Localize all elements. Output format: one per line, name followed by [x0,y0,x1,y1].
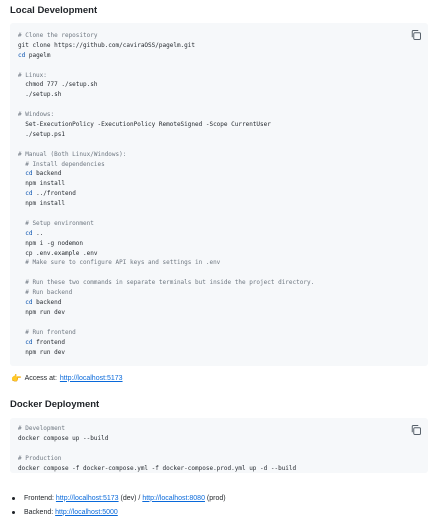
code-line: cp .env.example .env [18,249,98,257]
docker-deployment-heading: Docker Deployment [10,399,100,410]
code-text: backend [32,299,62,307]
code-line: cd ../frontend [18,189,314,199]
code-line: cd frontend [18,338,314,348]
frontend-prod-link[interactable]: http://localhost:8080 [142,495,205,502]
code-line: # Make sure to configure API keys and se… [18,259,221,267]
code-text: frontend [32,338,65,346]
code-keyword: cd [18,338,33,346]
local-development-heading: Local Development [10,5,98,16]
code-line: # Clone the repository [18,32,98,39]
code-line: git clone https://github.com/caviraOSS/p… [18,41,196,49]
docker-code: # Development docker compose up --build # … [18,424,296,473]
bullet-dot [12,496,15,500]
code-line: ./setup.ps1 [18,130,65,138]
backend-label: Backend: [24,508,54,516]
code-line: npm install [18,180,65,188]
code-line: # Run frontend [18,328,76,336]
code-line: # Setup environment [18,219,94,227]
access-link[interactable]: http://localhost:5173 [60,375,123,382]
list-item: Frontend: http://localhost:5173 (dev) / … [12,491,226,505]
code-line: Set-ExecutionPolicy -ExecutionPolicy Rem… [18,121,271,129]
code-line: cd pagelm [18,51,314,61]
code-text: .. [32,229,44,237]
frontend-label: Frontend: [24,494,54,502]
code-line: # Manual (Both Linux/Windows): [18,150,127,158]
pointing-hand-icon: 👉 [11,373,22,383]
access-label: Access at: [24,374,57,382]
list-item: Backend: http://localhost:5000 [12,505,226,519]
code-line: # Development [18,425,65,432]
code-line: cd .. [18,229,314,239]
code-line: docker compose -f docker-compose.yml -f … [18,464,297,472]
code-line: cd backend [18,298,314,308]
local-setup-code-block[interactable]: # Clone the repository git clone https://… [10,23,428,366]
local-setup-code: # Clone the repository git clone https://… [18,31,314,357]
code-line: docker compose up --build [18,434,109,442]
code-line: # Run backend [18,289,73,297]
code-line: # Production [18,454,62,462]
code-text: backend [32,170,62,178]
code-text: ../frontend [32,190,76,198]
code-keyword: cd [18,190,33,198]
code-keyword: cd [18,229,33,237]
code-line: cd backend [18,169,314,179]
prod-note: (prod) [204,494,226,502]
dev-note: (dev) / [118,494,143,502]
code-line: npm run dev [18,308,65,316]
code-line: npm i -g nodemon [18,239,84,247]
code-line: # Install dependencies [18,160,105,168]
backend-link[interactable]: http://localhost:5000 [55,509,118,516]
code-line: # Linux: [18,71,47,79]
code-line: ./setup.sh [18,91,62,99]
code-text: pagelm [25,51,51,59]
code-line: chmod 777 ./setup.sh [18,81,98,89]
copy-icon[interactable] [410,29,422,41]
docker-code-block[interactable]: # Development docker compose up --build # … [10,418,428,473]
code-keyword: cd [18,170,33,178]
code-line: # Run these two commands in separate ter… [18,279,315,287]
copy-icon[interactable] [410,424,422,436]
bullet-dot [12,510,15,514]
access-line: 👉 Access at: http://localhost:5173 [11,374,123,383]
frontend-dev-link[interactable]: http://localhost:5173 [56,495,119,502]
url-list: Frontend: http://localhost:5173 (dev) / … [12,491,226,519]
code-keyword: cd [18,299,33,307]
code-line: # Windows: [18,111,55,119]
code-line: npm run dev [18,348,65,356]
code-line: npm install [18,200,65,208]
